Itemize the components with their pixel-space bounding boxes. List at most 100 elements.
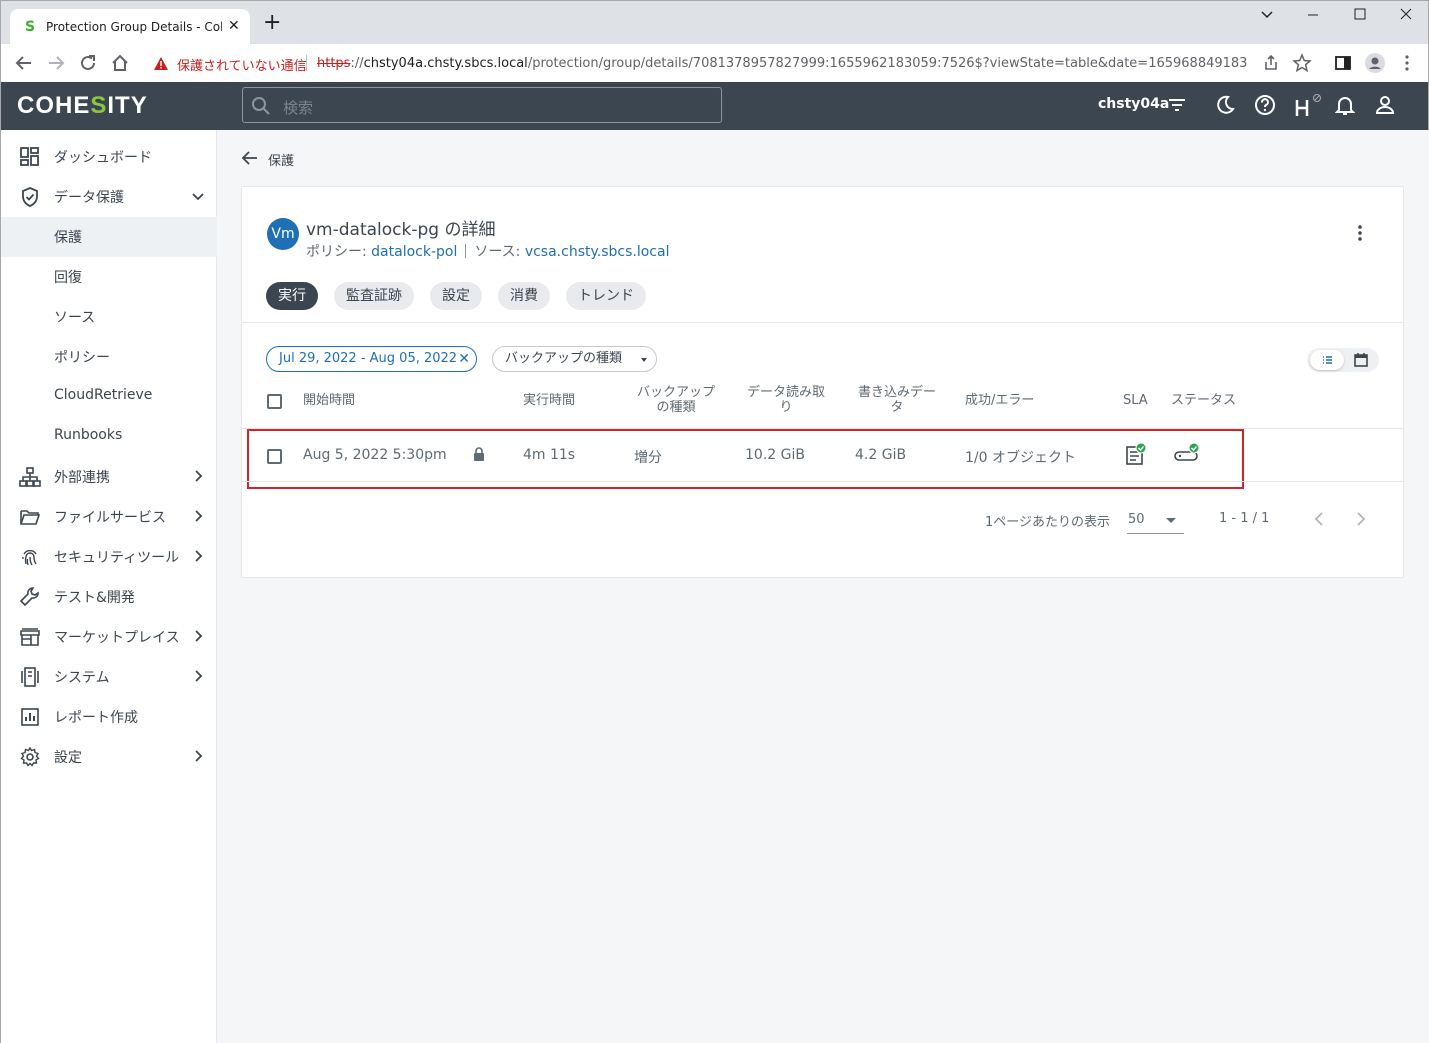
items-per-page-select[interactable]: 50 [1127,510,1184,534]
sidebar-item-settings[interactable]: 設定 [1,737,217,777]
sidebar-item-security-tools[interactable]: セキュリティツール [1,537,217,577]
cohesity-favicon-icon: S [22,19,38,35]
more-options-icon[interactable] [1350,223,1370,243]
logo-text-left: COHE [17,92,91,119]
chevron-right-icon [191,669,205,683]
notification-bell-icon[interactable] [1335,94,1355,116]
reload-icon[interactable] [77,52,99,74]
search-input[interactable]: 検索 [242,87,722,123]
sidebar-item-data-protection[interactable]: データ保護 [1,177,217,217]
policy-link[interactable]: datalock-pol [371,244,457,260]
calendar-view-icon[interactable] [1353,352,1369,368]
browser-menu-icon[interactable] [1396,52,1418,74]
helios-icon[interactable] [1294,94,1324,118]
side-panel-icon[interactable] [1332,52,1354,74]
tab-runs[interactable]: 実行 [266,282,318,310]
chevron-right-icon [191,509,205,523]
prev-page-icon[interactable] [1310,509,1330,529]
sidebar-item-external-integration[interactable]: 外部連携 [1,457,217,497]
bookmark-star-icon[interactable] [1291,52,1313,74]
new-tab-icon[interactable]: + [263,12,281,34]
sidebar-item-protection[interactable]: 保護 [1,217,217,257]
backup-type-filter[interactable]: バックアップの種類 [492,346,657,372]
user-account-icon[interactable] [1375,94,1395,116]
select-all-checkbox[interactable] [267,394,282,409]
col-data-read[interactable]: データ読み取 り [736,385,836,415]
col-sla[interactable]: SLA [1123,393,1148,408]
sidebar-item-label: セキュリティツール [54,550,180,566]
source-link[interactable]: vcsa.chsty.sbcs.local [525,244,670,260]
col-start-time[interactable]: 開始時間 [303,393,355,408]
cluster-name[interactable]: chsty04a [1098,96,1169,112]
maximize-icon[interactable] [1354,7,1366,21]
list-view-icon[interactable] [1310,350,1344,370]
clear-filter-icon[interactable]: ✕ [458,347,470,371]
sidebar-item-policies[interactable]: ポリシー [1,337,217,377]
profile-avatar-icon[interactable] [1364,52,1386,74]
sidebar-item-cloudretrieve[interactable]: CloudRetrieve [1,377,217,417]
report-icon [19,706,41,728]
url-scheme: https [317,56,351,71]
chevron-right-icon [191,629,205,643]
dark-mode-moon-icon[interactable] [1214,94,1236,116]
window-close-icon[interactable] [1400,7,1412,21]
sidebar-item-system[interactable]: システム [1,657,217,697]
warning-icon[interactable] [153,56,169,71]
cohesity-logo[interactable]: COHESITY [17,92,148,120]
next-page-icon[interactable] [1350,509,1370,529]
back-arrow-icon[interactable] [13,52,35,74]
items-per-page-value: 50 [1128,512,1145,527]
group-meta: ポリシー: datalock-pol ソース: vcsa.chsty.sbcs.l… [306,241,669,261]
pagination-range: 1 - 1 / 1 [1219,511,1270,526]
sidebar-item-dashboard[interactable]: ダッシュボード [1,137,217,177]
browser-toolbar: 保護されていない通信 https://chsty04a.chsty.sbcs.l… [0,44,1429,82]
sidebar-item-file-services[interactable]: ファイルサービス [1,497,217,537]
chevron-right-icon [191,469,205,483]
sidebar-item-label: テスト&開発 [54,590,135,606]
browser-tab[interactable]: S Protection Group Details - Cohesity ✕ [10,9,250,45]
col-success-error[interactable]: 成功/エラー [965,393,1034,408]
sidebar-item-label: ソース [54,310,96,326]
tab-settings[interactable]: 設定 [430,282,482,310]
policy-label: ポリシー: [306,244,372,260]
dropdown-caret-icon [1166,518,1176,523]
col-duration[interactable]: 実行時間 [523,393,575,408]
help-icon[interactable] [1254,94,1276,116]
minimize-icon[interactable] [1307,7,1319,21]
sidebar-item-marketplace[interactable]: マーケットプレイス [1,617,217,657]
home-icon[interactable] [109,52,131,74]
tab-close-icon[interactable]: ✕ [228,18,240,34]
sidebar-item-label: ダッシュボード [54,150,152,166]
sidebar-item-label: レポート作成 [54,710,138,726]
tab-consumption[interactable]: 消費 [498,282,550,310]
security-warning-text[interactable]: 保護されていない通信 [177,55,307,74]
share-icon[interactable] [1260,52,1282,74]
tab-audit-trail[interactable]: 監査証跡 [334,282,414,310]
back-arrow-icon[interactable] [240,148,260,168]
divider [242,322,1403,323]
cluster-filter-icon[interactable] [1167,94,1187,116]
date-range-filter[interactable]: Jul 29, 2022 - Aug 05, 2022 ✕ [266,346,477,372]
tab-list-chevron-icon[interactable] [1260,7,1274,21]
sidebar-item-reports[interactable]: レポート作成 [1,697,217,737]
sidebar-item-runbooks[interactable]: Runbooks [1,417,217,457]
col-data-written[interactable]: 書き込みデー タ [847,385,947,415]
tab-trends[interactable]: トレンド [566,282,646,310]
sidebar-item-label: システム [54,670,110,686]
sidebar-item-label: ファイルサービス [54,510,166,526]
url-text[interactable]: https://chsty04a.chsty.sbcs.local/protec… [317,56,1247,71]
folder-icon [19,506,41,528]
sidebar-item-test-dev[interactable]: テスト&開発 [1,577,217,617]
dropdown-caret-icon [641,358,647,362]
col-status[interactable]: ステータス [1171,393,1236,408]
forward-arrow-icon[interactable] [45,52,67,74]
server-icon [19,666,41,688]
sidebar-item-recovery[interactable]: 回復 [1,257,217,297]
sidebar-item-sources[interactable]: ソース [1,297,217,337]
address-bar[interactable]: 保護されていない通信 https://chsty04a.chsty.sbcs.l… [143,48,1323,78]
col-backup-type[interactable]: バックアップ の種類 [626,385,726,415]
breadcrumb-protection[interactable]: 保護 [268,150,294,169]
col-data-written-line1: 書き込みデー [857,385,936,400]
col-backup-type-line1: バックアップ [636,385,715,400]
sidebar-item-label: データ保護 [54,190,124,206]
